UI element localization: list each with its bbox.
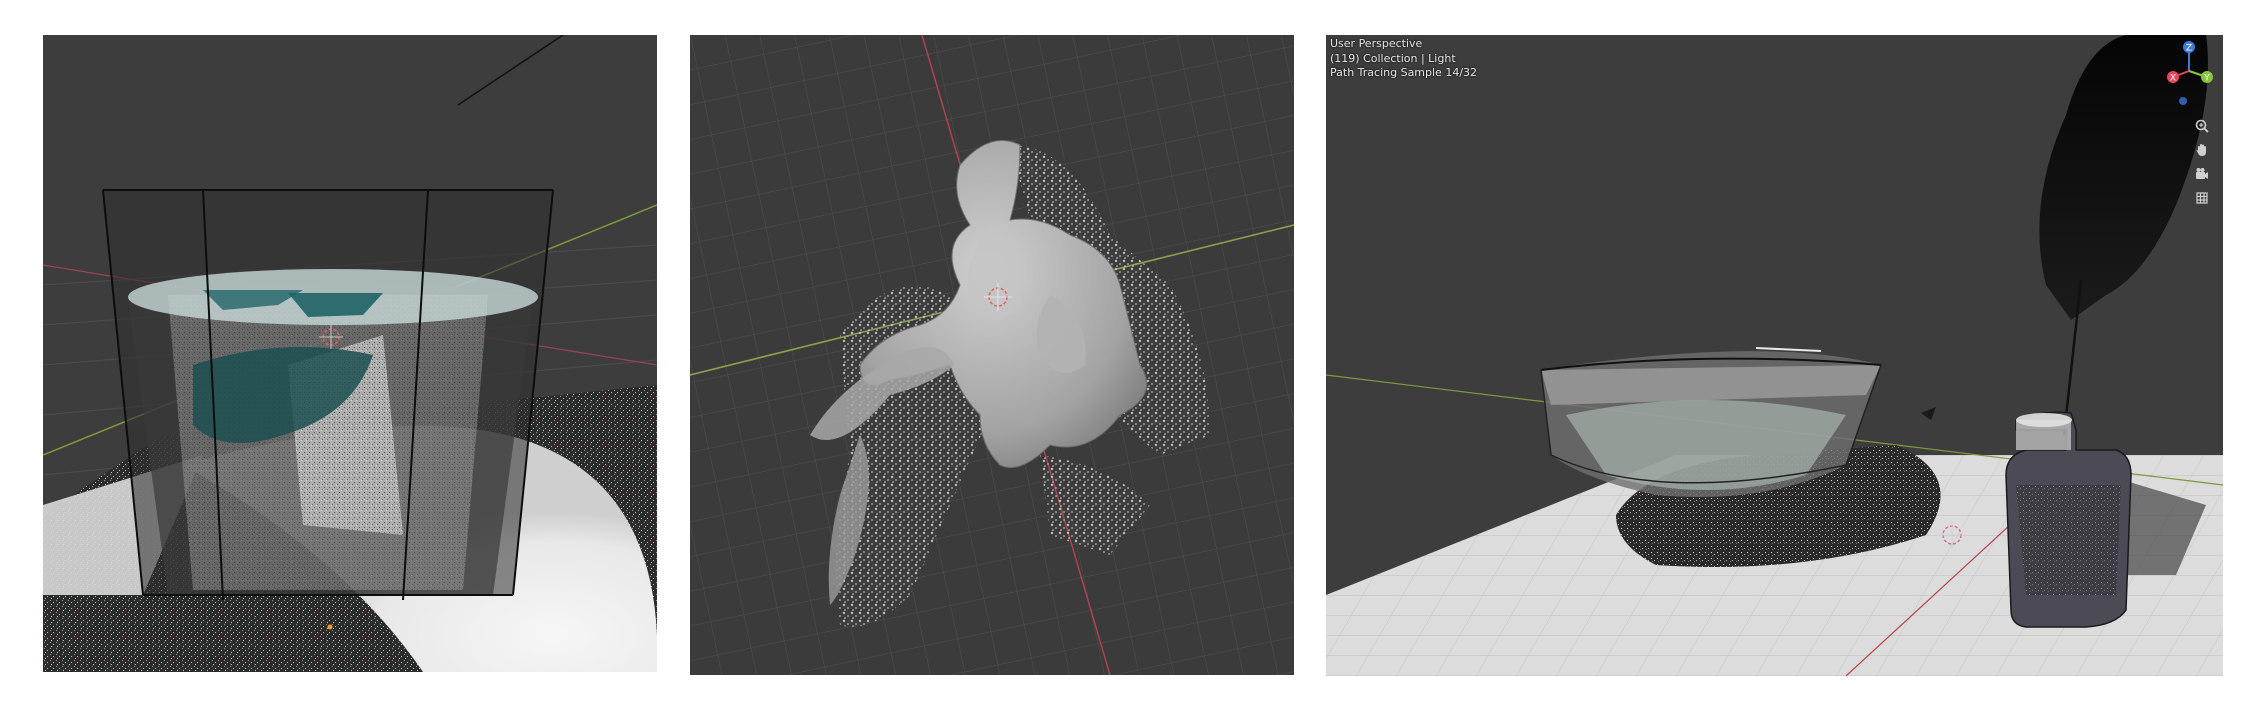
- viewport-info-overlay: User Perspective (119) Collection | Ligh…: [1330, 37, 1477, 81]
- zoom-button[interactable]: [2191, 115, 2213, 137]
- neg-z-axis-handle[interactable]: [2179, 97, 2187, 105]
- fluid-splash-viewport[interactable]: [690, 35, 1294, 675]
- hand-pan-icon: [2196, 144, 2206, 156]
- zoom-icon: [2195, 119, 2209, 133]
- inkwell-scene: [1326, 35, 2223, 676]
- z-axis-label: Z: [2186, 44, 2192, 54]
- camera-view-button[interactable]: [2191, 163, 2213, 185]
- x-axis-label: X: [2170, 74, 2176, 84]
- camera-icon: [2196, 168, 2208, 179]
- inkwell-viewport[interactable]: User Perspective (119) Collection | Ligh…: [1326, 35, 2223, 676]
- axis-gizmo-svg: Z Y X: [2167, 41, 2213, 105]
- grid-ortho-icon: [2196, 192, 2208, 204]
- collection-label: (119) Collection | Light: [1330, 51, 1456, 65]
- ortho-toggle-button[interactable]: [2191, 187, 2213, 209]
- y-axis-label: Y: [2203, 74, 2210, 84]
- fluid-splash-scene: [690, 35, 1294, 675]
- pan-button[interactable]: [2191, 139, 2213, 161]
- render-status: Path Tracing Sample 14/32: [1330, 66, 1478, 79]
- orientation-gizmo[interactable]: Z Y X: [2159, 37, 2221, 107]
- view-name: User Perspective: [1330, 37, 1423, 50]
- glass-cup-viewport[interactable]: [43, 35, 657, 672]
- glass-cup-scene: [43, 35, 657, 672]
